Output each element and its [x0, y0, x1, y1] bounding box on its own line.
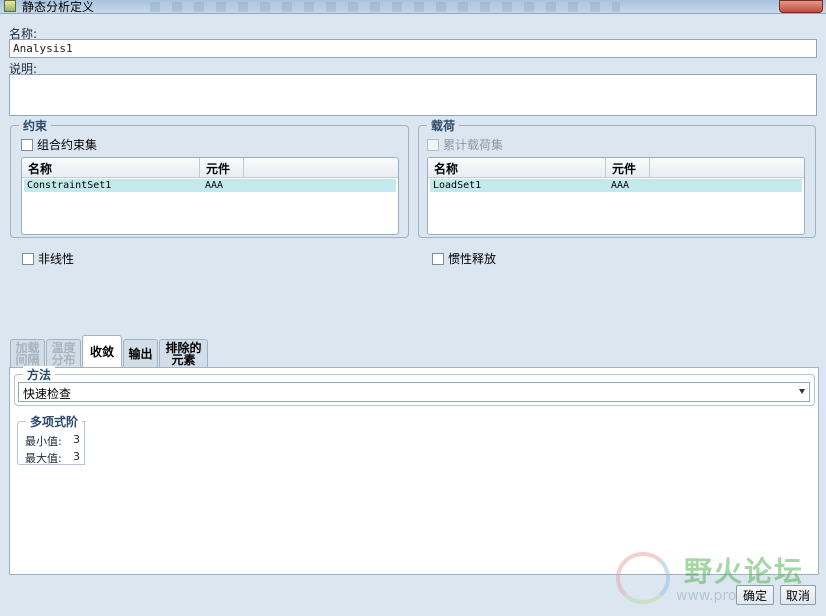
window-title: 静态分析定义	[22, 0, 95, 14]
loads-table-header: 名称 元件	[428, 158, 804, 178]
column-name[interactable]: 名称	[22, 158, 200, 177]
loads-table: 名称 元件 LoadSet1 AAA	[427, 157, 805, 235]
constraints-table: 名称 元件 ConstraintSet1 AAA	[21, 157, 399, 235]
row-name: LoadSet1	[433, 180, 482, 191]
checkbox-box[interactable]	[432, 252, 444, 265]
method-title: 方法	[23, 366, 56, 383]
max-value[interactable]: 3	[73, 450, 80, 463]
combine-constraints-label: 组合约束集	[37, 138, 98, 152]
max-label: 最大值:	[25, 452, 62, 465]
tab-temperature-distribution[interactable]: 温度 分布	[46, 339, 81, 367]
row-component: AAA	[205, 180, 224, 191]
watermark-url: www.pro	[676, 588, 737, 604]
min-value[interactable]: 3	[73, 433, 80, 446]
table-row[interactable]: ConstraintSet1 AAA	[24, 179, 396, 192]
description-input[interactable]	[10, 75, 816, 115]
nonlinear-checkbox[interactable]: 非线性	[22, 250, 74, 267]
checkbox-box[interactable]	[427, 138, 439, 151]
checkbox-box[interactable]	[21, 138, 33, 151]
polynomial-title: 多项式阶	[26, 413, 83, 430]
nonlinear-label: 非线性	[38, 252, 75, 266]
accumulate-loads-checkbox[interactable]: 累计载荷集	[427, 136, 503, 153]
loads-title: 载荷	[427, 117, 460, 134]
inertia-relief-label: 惯性释放	[448, 252, 497, 266]
tab-excluded-elements[interactable]: 排除的 元素	[159, 339, 208, 367]
tab-bar: 加载 间隔 温度 分布 收敛 输出 排除的 元素	[10, 335, 208, 367]
constraints-table-header: 名称 元件	[22, 158, 398, 178]
forum-logo-icon	[616, 552, 670, 604]
inertia-relief-checkbox[interactable]: 惯性释放	[432, 250, 496, 267]
column-component[interactable]: 元件	[200, 158, 244, 177]
tab-convergence[interactable]: 收敛	[82, 335, 122, 367]
watermark: 野火论坛 www.pro	[612, 548, 808, 608]
close-button[interactable]	[779, 0, 823, 13]
constraints-title: 约束	[19, 117, 52, 134]
table-row[interactable]: LoadSet1 AAA	[430, 179, 802, 192]
ok-button[interactable]: 确定	[736, 585, 774, 605]
tab-load-interval[interactable]: 加载 间隔	[10, 339, 45, 367]
method-selected-value: 快速检查	[23, 387, 72, 401]
title-bar: 静态分析定义	[0, 0, 826, 14]
watermark-title: 野火论坛	[684, 555, 805, 588]
accumulate-loads-label: 累计载荷集	[443, 138, 504, 152]
name-field-wrap	[9, 39, 817, 58]
min-label: 最小值:	[25, 435, 62, 448]
method-select[interactable]: 快速检查	[18, 382, 810, 402]
name-input[interactable]	[10, 40, 816, 57]
checkbox-box[interactable]	[22, 252, 34, 265]
app-icon	[4, 0, 16, 12]
description-field-wrap	[9, 74, 817, 116]
column-name[interactable]: 名称	[428, 158, 606, 177]
chevron-down-icon[interactable]	[799, 389, 805, 394]
row-name: ConstraintSet1	[27, 180, 112, 191]
tab-output[interactable]: 输出	[123, 339, 158, 367]
column-component[interactable]: 元件	[606, 158, 650, 177]
cancel-button[interactable]: 取消	[780, 585, 816, 605]
combine-constraints-checkbox[interactable]: 组合约束集	[21, 136, 97, 153]
background-toolbar	[150, 2, 620, 12]
row-component: AAA	[611, 180, 630, 191]
